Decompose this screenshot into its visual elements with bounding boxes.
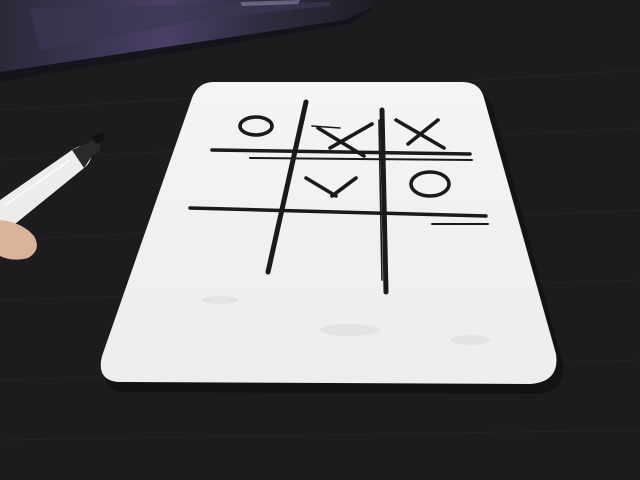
photo-scene [0, 0, 640, 480]
